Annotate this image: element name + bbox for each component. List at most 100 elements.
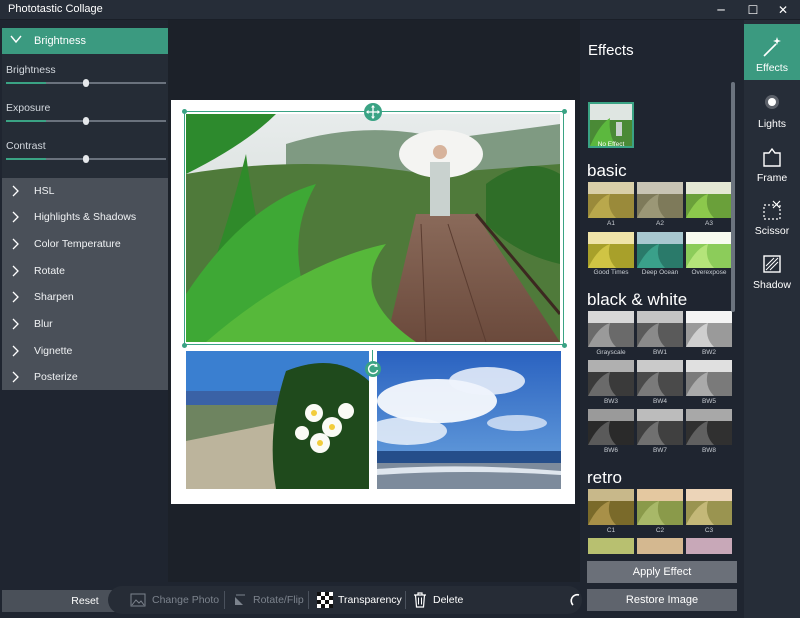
effect-thumb-bw7[interactable] (637, 409, 683, 445)
effect-preview (637, 409, 683, 445)
brightness-section-header[interactable]: Brightness (2, 28, 168, 54)
chevron-right-icon (12, 318, 19, 330)
category-label: Blur (34, 318, 53, 330)
category-label: Sharpen (34, 291, 74, 303)
maximize-button[interactable]: ☐ (736, 1, 770, 19)
tool-label: Lights (757, 118, 787, 130)
effect-preview (686, 360, 732, 396)
category-color-temperature[interactable]: Color Temperature (2, 231, 168, 257)
effect-thumb-deep-ocean[interactable] (637, 232, 683, 268)
category-sharpen[interactable]: Sharpen (2, 284, 168, 310)
change-photo-label: Change Photo (152, 594, 220, 606)
category-vignette[interactable]: Vignette (2, 338, 168, 364)
contrast-slider[interactable] (6, 155, 166, 163)
effect-label: A2 (656, 220, 664, 227)
restore-image-button[interactable]: Restore Image (587, 589, 737, 611)
exposure-slider-thumb[interactable] (83, 117, 89, 125)
effect-preview (637, 311, 683, 347)
close-button[interactable]: ✕ (766, 1, 800, 19)
effects-scrollbar-thumb[interactable] (731, 82, 735, 312)
contrast-slider-thumb[interactable] (83, 155, 89, 163)
effect-label: BW2 (701, 349, 717, 356)
effect-preview (686, 538, 732, 554)
effect-label: BW5 (701, 398, 717, 405)
effect-preview (686, 409, 732, 445)
effect-thumb-c3[interactable] (686, 489, 732, 525)
effect-thumb-partial[interactable] (637, 538, 683, 554)
brightness-slider[interactable] (6, 79, 166, 87)
effect-label: A1 (607, 220, 615, 227)
category-hsl[interactable]: HSL (2, 178, 168, 204)
resize-handle-bottom-left[interactable] (182, 343, 187, 348)
flower-photo (186, 351, 369, 489)
brightness-label: Brightness (6, 64, 56, 76)
tool-effects[interactable]: Effects (744, 24, 800, 80)
brightness-slider-thumb[interactable] (83, 79, 89, 87)
apply-effect-button[interactable]: Apply Effect (587, 561, 737, 583)
rotate-handle[interactable] (365, 361, 381, 377)
effect-label: C2 (655, 527, 665, 534)
rotate-flip-label: Rotate/Flip (253, 594, 304, 606)
effect-preview (637, 489, 683, 525)
move-handle[interactable] (364, 103, 382, 121)
effect-thumb-c1[interactable] (588, 489, 634, 525)
brightness-section-label: Brightness (34, 35, 86, 47)
effect-thumb-good-times[interactable] (588, 232, 634, 268)
tool-shadow[interactable]: Shadow (744, 241, 800, 297)
effect-preview (686, 311, 732, 347)
tool-lights[interactable]: Lights (744, 80, 800, 136)
light-icon (765, 95, 779, 109)
resize-handle-bottom-right[interactable] (562, 343, 567, 348)
effect-thumb-overexpose[interactable] (686, 232, 732, 268)
effect-thumb-a2[interactable] (637, 182, 683, 218)
effect-label: BW7 (652, 447, 668, 454)
effect-thumb-bw3[interactable] (588, 360, 634, 396)
effect-thumb-c2[interactable] (637, 489, 683, 525)
effect-label: Overexpose (691, 269, 727, 276)
delete-button[interactable]: Delete (413, 592, 473, 608)
effect-thumb-bw1[interactable] (637, 311, 683, 347)
effects-scrollbar[interactable] (729, 80, 737, 560)
effect-label: A3 (705, 220, 713, 227)
effect-thumb-partial[interactable] (588, 538, 634, 554)
effect-thumb-bw2[interactable] (686, 311, 732, 347)
change-photo-button[interactable]: Change Photo (130, 592, 220, 608)
adjustment-categories: HSL Highlights & Shadows Color Temperatu… (2, 178, 168, 390)
rotate-flip-button[interactable]: Rotate/Flip (233, 592, 304, 608)
effect-thumb-bw6[interactable] (588, 409, 634, 445)
category-label: HSL (34, 185, 55, 197)
photo-icon (130, 593, 146, 607)
effect-thumb-bw8[interactable] (686, 409, 732, 445)
effect-label: Grayscale (596, 349, 626, 356)
effect-label: BW4 (652, 398, 668, 405)
move-icon (366, 105, 380, 119)
collage-photo-bottom-left[interactable] (186, 351, 369, 489)
effect-thumb-bw4[interactable] (637, 360, 683, 396)
collage-photo-bottom-right[interactable] (377, 351, 561, 489)
category-label: Rotate (34, 265, 65, 277)
effect-thumb-a1[interactable] (588, 182, 634, 218)
effect-thumb-bw5[interactable] (686, 360, 732, 396)
exposure-slider-fill (6, 120, 46, 122)
chevron-right-icon (12, 211, 19, 223)
tool-bar: Effects Lights Frame Scissor Shadow (744, 20, 800, 618)
effect-thumb-partial[interactable] (686, 538, 732, 554)
tool-scissor[interactable]: Scissor (744, 187, 800, 243)
delete-label: Delete (433, 594, 464, 606)
category-rotate[interactable]: Rotate (2, 258, 168, 284)
partial-redo-icon[interactable] (570, 592, 580, 608)
trash-icon (414, 592, 426, 608)
category-blur[interactable]: Blur (2, 311, 168, 337)
tool-frame[interactable]: Frame (744, 134, 800, 190)
effect-thumb-a3[interactable] (686, 182, 732, 218)
category-highlights-shadows[interactable]: Highlights & Shadows (2, 204, 168, 230)
minimize-button[interactable]: ─ (704, 1, 738, 19)
exposure-slider[interactable] (6, 117, 166, 125)
transparency-button[interactable]: Transparency (317, 592, 402, 608)
effect-thumb-grayscale[interactable] (588, 311, 634, 347)
category-label: Color Temperature (34, 238, 121, 250)
category-posterize[interactable]: Posterize (2, 364, 168, 390)
tool-label: Shadow (753, 279, 791, 291)
resize-handle-top-right[interactable] (562, 109, 567, 114)
resize-handle-top-left[interactable] (182, 109, 187, 114)
